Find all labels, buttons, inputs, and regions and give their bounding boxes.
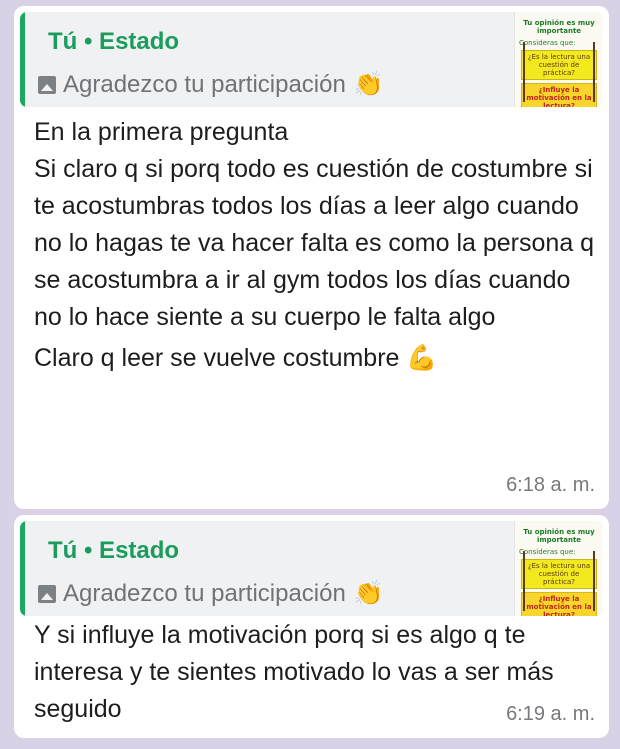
image-icon (38, 75, 56, 94)
quote-caption-row: Agradezco tu participación 👏 (38, 70, 384, 99)
message-timestamp: 6:19 a. m. (506, 703, 595, 725)
quote-accent-bar (20, 521, 25, 616)
thumbnail-question-2: ¿Influye la motivación en la lectura? (521, 592, 597, 616)
clapping-hands-emoji: 👏 (353, 580, 384, 607)
flexed-biceps-emoji: 💪 (406, 344, 438, 372)
thumbnail-question-2: ¿Influye la motivación en la lectura? (521, 83, 597, 107)
thumbnail-sign-post (593, 551, 595, 611)
thumbnail-header: Tu opinión es muy importante (523, 19, 595, 35)
thumbnail-prompt: Consideras que: (519, 39, 576, 47)
status-reply-quote[interactable]: Tú • Estado Agradezco tu participación 👏… (20, 521, 603, 616)
image-icon (38, 584, 56, 603)
thumbnail-question-1: ¿Es la lectura una cuestión de práctica? (521, 50, 597, 80)
thumbnail-sign-post (593, 42, 595, 102)
thumbnail-sign-post (523, 42, 525, 102)
thumbnail-prompt: Consideras que: (519, 548, 576, 556)
message-timestamp: 6:18 a. m. (506, 474, 595, 496)
thumbnail-header: Tu opinión es muy importante (523, 528, 595, 544)
message-paragraph: Claro q leer se vuelve costumbre (34, 344, 400, 372)
status-thumbnail[interactable]: Tu opinión es muy importante Consideras … (514, 521, 603, 616)
quote-accent-bar (20, 12, 25, 107)
quote-caption: Agradezco tu participación (63, 579, 346, 607)
quote-author: Tú • Estado (48, 28, 180, 55)
message-text: En la primera pregunta Si claro q si por… (34, 114, 595, 377)
thumbnail-sign-post (523, 551, 525, 611)
message-paragraph: En la primera pregunta Si claro q si por… (34, 118, 595, 331)
message-paragraph-row: Claro q leer se vuelve costumbre 💪 (34, 340, 595, 377)
quote-caption-row: Agradezco tu participación 👏 (38, 579, 384, 608)
message-bubble[interactable]: Tú • Estado Agradezco tu participación 👏… (14, 6, 609, 509)
clapping-hands-emoji: 👏 (353, 71, 384, 98)
message-bubble[interactable]: Tú • Estado Agradezco tu participación 👏… (14, 515, 609, 738)
quote-caption: Agradezco tu participación (63, 70, 346, 98)
status-thumbnail[interactable]: Tu opinión es muy importante Consideras … (514, 12, 603, 107)
thumbnail-question-1: ¿Es la lectura una cuestión de práctica? (521, 559, 597, 589)
quote-author: Tú • Estado (48, 537, 180, 564)
status-reply-quote[interactable]: Tú • Estado Agradezco tu participación 👏… (20, 12, 603, 107)
